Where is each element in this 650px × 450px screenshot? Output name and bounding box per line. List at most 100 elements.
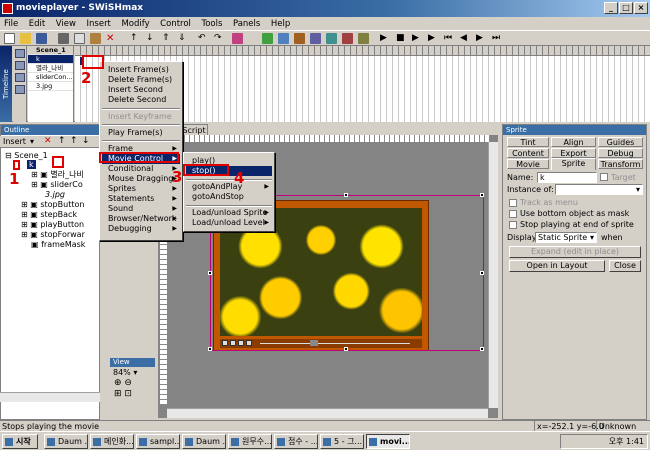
tab-transform[interactable]: Transform	[598, 159, 643, 169]
outline-scrollbar[interactable]	[0, 392, 100, 402]
instance-select[interactable]: ▾	[555, 184, 643, 195]
menu-insert-frames[interactable]: Insert Frame(s)	[102, 65, 169, 75]
scene-icon[interactable]	[15, 49, 25, 58]
submenu-goto-and-stop[interactable]: gotoAndStop	[186, 192, 272, 202]
resize-handle[interactable]	[480, 347, 484, 351]
first-frame-icon[interactable]: ⏮	[444, 33, 455, 44]
play-scene-icon[interactable]: ▶	[412, 33, 423, 44]
task-button[interactable]: Daum ...	[44, 434, 88, 449]
down-arrow-icon[interactable]: ↓	[82, 136, 90, 146]
expand-button[interactable]: Expand (edit in place)	[509, 246, 641, 258]
start-button[interactable]: 시작	[2, 434, 38, 449]
tree-item[interactable]: ⊞ ▣ stepBack	[21, 210, 77, 219]
timeline-row[interactable]: Scene_1	[28, 46, 73, 55]
target-checkbox[interactable]	[600, 173, 608, 181]
resize-handle[interactable]	[344, 347, 348, 351]
tab-export[interactable]: Export	[551, 148, 596, 158]
tab-debug[interactable]: Debug	[598, 148, 643, 158]
menu-insert-keyframe[interactable]: Insert Keyframe	[102, 112, 172, 122]
tree-item[interactable]: ⊞ ▣ playButton	[21, 220, 84, 229]
copy-icon[interactable]	[74, 33, 85, 44]
timeline-ruler[interactable]	[75, 46, 650, 56]
undo-icon[interactable]: ↶	[198, 33, 209, 44]
button-icon[interactable]	[342, 33, 353, 44]
delete-icon[interactable]: ✕	[106, 33, 117, 44]
paste-icon[interactable]	[90, 33, 101, 44]
convert-icon[interactable]	[294, 33, 305, 44]
tree-item[interactable]: ⊞ ▣ stopForwar	[21, 230, 85, 239]
resize-handle[interactable]	[208, 271, 212, 275]
tab-script[interactable]: Script	[180, 124, 208, 135]
task-button[interactable]: sampl...	[136, 434, 180, 449]
menu-delete-frames[interactable]: Delete Frame(s)	[102, 75, 172, 85]
menu-sound[interactable]: Sound ▶	[102, 204, 180, 214]
tab-guides[interactable]: Guides	[598, 137, 643, 147]
menu-sprites[interactable]: Sprites ▶	[102, 184, 180, 194]
tree-item[interactable]: 3.jpg	[45, 190, 65, 199]
layer-icon[interactable]	[15, 61, 25, 70]
stop-icon[interactable]: ■	[396, 33, 407, 44]
tab-content[interactable]: Content	[507, 148, 549, 158]
sprite-icon[interactable]	[326, 33, 337, 44]
move-bottom-icon[interactable]: ⇓	[178, 33, 189, 44]
prev-frame-icon[interactable]: ◀	[460, 33, 471, 44]
move-up-icon[interactable]: ↑	[130, 33, 141, 44]
last-frame-icon[interactable]: ⏭	[492, 33, 503, 44]
up-arrow-icon[interactable]: ↑	[58, 136, 66, 146]
stage-scrollbar-vertical[interactable]	[488, 142, 498, 408]
lock-icon[interactable]	[15, 73, 25, 82]
track-as-menu-checkbox[interactable]	[509, 199, 517, 207]
group-icon[interactable]	[278, 33, 289, 44]
tree-item[interactable]: ⊞ ▣ stopButton	[21, 200, 84, 209]
zoom-in-icon[interactable]: ⊕	[114, 378, 122, 388]
stage-scrollbar-horizontal[interactable]	[167, 408, 488, 418]
task-button[interactable]: 접수 - ...	[274, 434, 318, 449]
delete-icon[interactable]: ✕	[44, 136, 52, 146]
menu-insert-second[interactable]: Insert Second	[102, 85, 163, 95]
menu-conditional[interactable]: Conditional ▶	[102, 164, 180, 174]
resize-handle[interactable]	[480, 193, 484, 197]
effect-icon[interactable]	[232, 33, 243, 44]
open-in-layout-button[interactable]: Open in Layout	[509, 260, 605, 272]
new-icon[interactable]	[4, 33, 15, 44]
use-mask-checkbox[interactable]	[509, 210, 517, 218]
menu-delete-second[interactable]: Delete Second	[102, 95, 166, 105]
name-field[interactable]: k	[537, 172, 597, 183]
tab-tint[interactable]: Tint	[507, 137, 549, 147]
zoom-level[interactable]: 84% ▾	[110, 367, 155, 378]
tree-scene[interactable]: ⊟ Scene_1	[5, 151, 48, 160]
shape-icon[interactable]	[358, 33, 369, 44]
zoom-actual-icon[interactable]: ⊡	[124, 389, 132, 399]
display-select[interactable]: Static Sprite ▾	[535, 232, 597, 243]
tab-sprite[interactable]: Sprite	[551, 158, 596, 170]
align-icon[interactable]	[310, 33, 321, 44]
resize-handle[interactable]	[480, 271, 484, 275]
insert-dropdown[interactable]: Insert	[3, 137, 26, 146]
timeline-row[interactable]: 별라_나비	[28, 64, 73, 73]
stop-playing-checkbox[interactable]	[509, 221, 517, 229]
close-button[interactable]: ×	[634, 2, 648, 14]
resize-handle[interactable]	[208, 347, 212, 351]
grid-icon[interactable]	[262, 33, 273, 44]
next-frame-icon[interactable]: ▶	[476, 33, 487, 44]
menu-browser-network[interactable]: Browser/Network ▶	[102, 214, 180, 224]
minimize-button[interactable]: _	[604, 2, 618, 14]
zoom-out-icon[interactable]: ⊖	[124, 378, 132, 388]
tree-sprite-k[interactable]: k	[27, 160, 36, 169]
dropdown-arrow-icon[interactable]: ▾	[30, 137, 34, 146]
task-button[interactable]: 원무수...	[228, 434, 272, 449]
save-icon[interactable]	[36, 33, 47, 44]
task-button[interactable]: 5 - 그...	[320, 434, 364, 449]
tree-item[interactable]: ⊞ ▣ 별라_나비	[31, 170, 84, 179]
zoom-fit-icon[interactable]: ⊞	[114, 389, 122, 399]
menu-mouse-dragging[interactable]: Mouse Dragging ▶	[102, 174, 180, 184]
open-icon[interactable]	[20, 33, 31, 44]
timeline-row[interactable]: sliderCon...	[28, 73, 73, 82]
play-effect-icon[interactable]: ▶	[428, 33, 439, 44]
maximize-button[interactable]: □	[619, 2, 633, 14]
submenu-load-level[interactable]: Load/unload Level ▶	[186, 218, 272, 228]
timeline-row[interactable]: k	[28, 55, 73, 64]
tab-align[interactable]: Align	[551, 137, 596, 147]
cut-icon[interactable]	[58, 33, 69, 44]
close-panel-button[interactable]: Close	[609, 260, 641, 272]
